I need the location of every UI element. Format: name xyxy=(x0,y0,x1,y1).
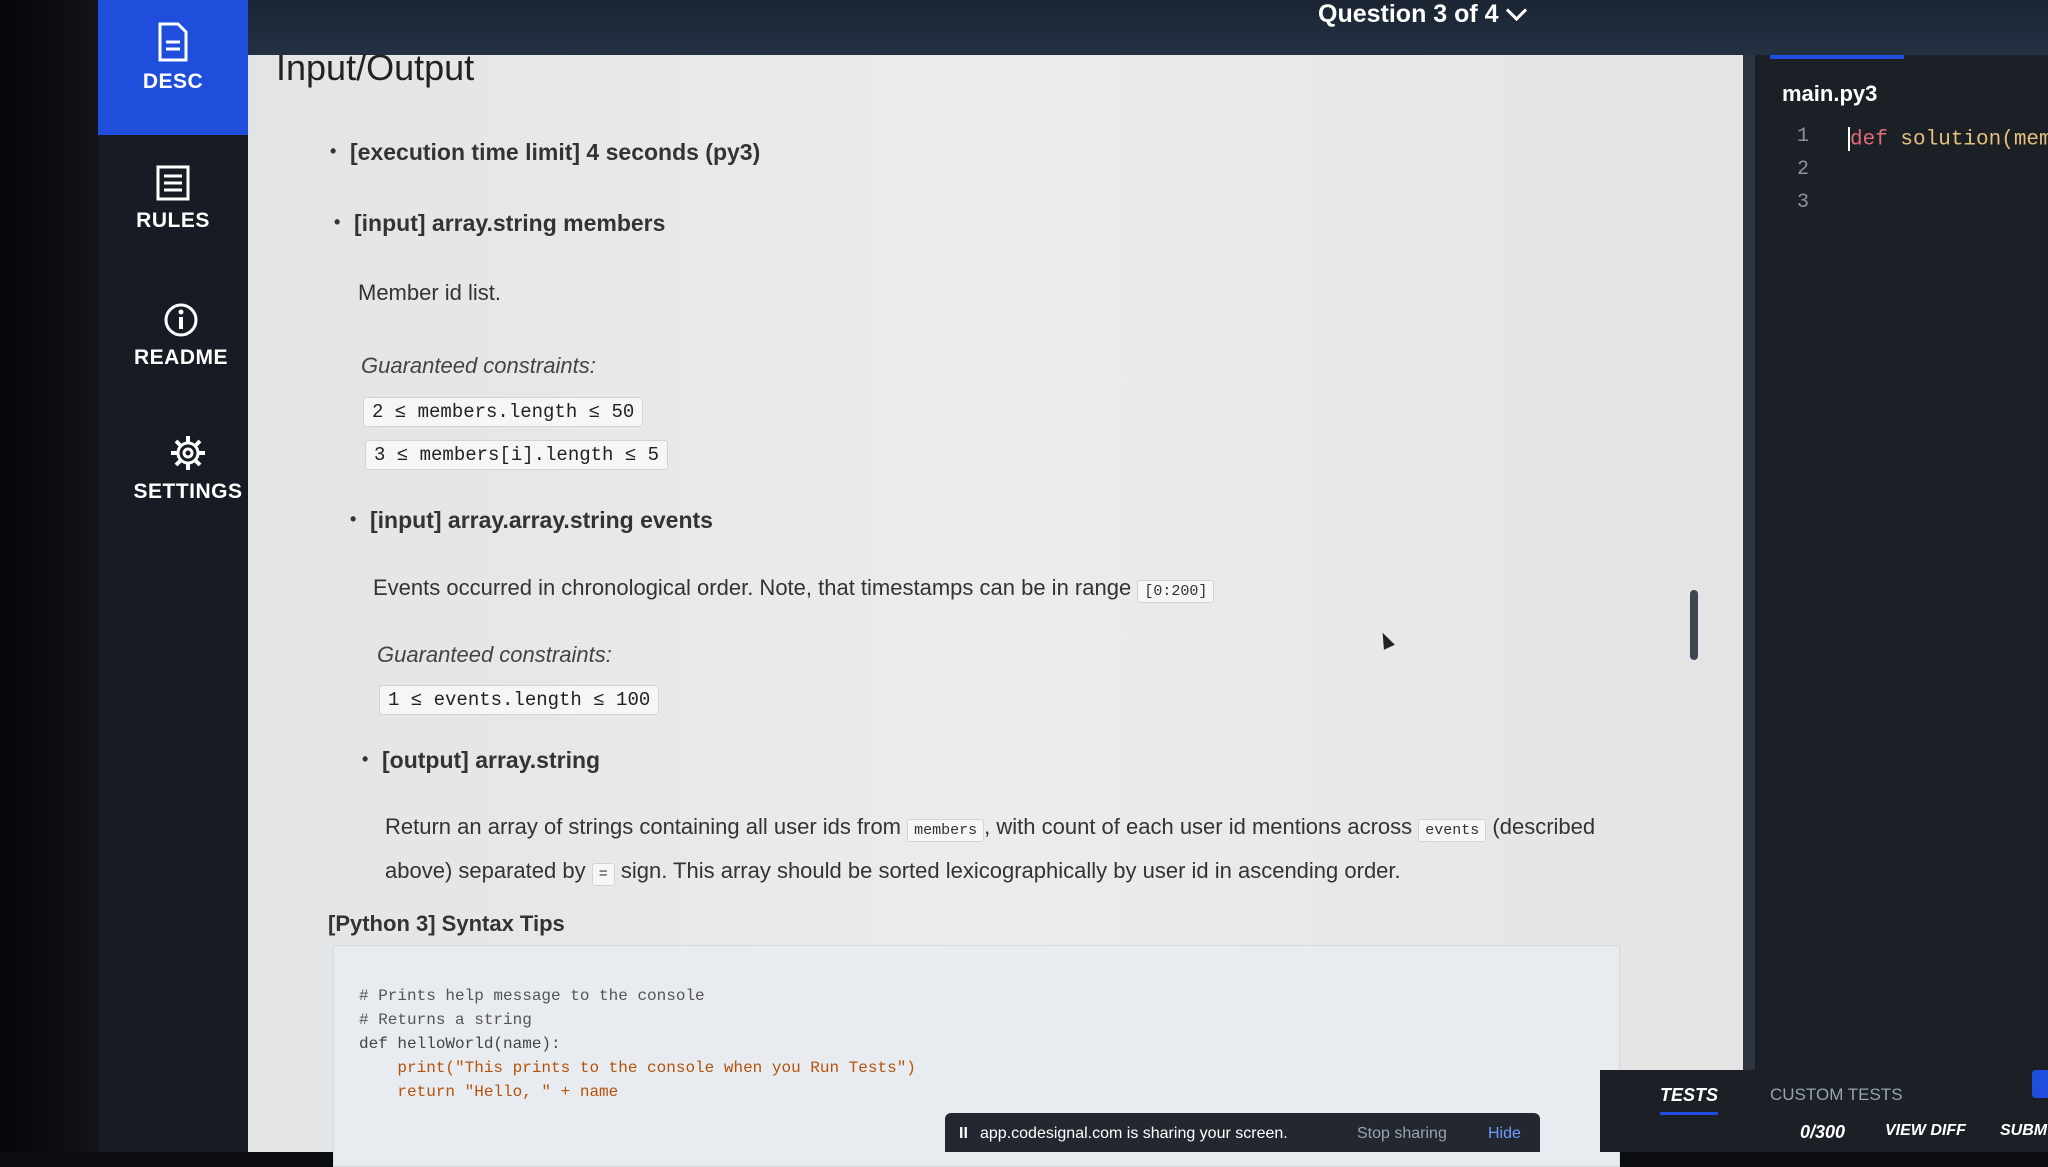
question-label: Question 3 of 4 xyxy=(1318,0,1499,28)
chevron-down-icon xyxy=(1505,0,1527,22)
output-text: Return an array of strings containing al… xyxy=(385,814,902,839)
screen-bezel xyxy=(0,0,98,1152)
tab-custom-tests[interactable]: CUSTOM TESTS xyxy=(1770,1085,1903,1105)
file-tab-main[interactable]: main.py3 xyxy=(1770,55,1904,119)
output-label: [output] array.string xyxy=(362,747,600,774)
events-code: events xyxy=(1418,819,1487,842)
code-line: # Prints help message to the console xyxy=(359,987,705,1005)
syntax-tips-heading: [Python 3] Syntax Tips xyxy=(328,911,565,936)
file-name: main.py3 xyxy=(1782,81,1878,106)
pause-icon: II xyxy=(959,1125,968,1142)
constraints-label: Guaranteed constraints: xyxy=(361,353,596,378)
code-line: # Returns a string xyxy=(359,1011,532,1029)
gear-icon xyxy=(171,436,205,470)
score-counter: 0/300 xyxy=(1800,1122,1846,1142)
sidebar-item-rules[interactable]: RULES xyxy=(98,165,248,233)
events-desc-text: Events occurred in chronological order. … xyxy=(373,575,1132,600)
hide-button[interactable]: Hide xyxy=(1488,1125,1521,1143)
sidebar-item-label: RULES xyxy=(136,209,210,232)
line-number: 2 xyxy=(1797,158,1810,181)
question-selector[interactable]: Question 3 of 4 xyxy=(1318,0,1527,29)
constraint-members-length: 2 ≤ members.length ≤ 50 xyxy=(363,397,644,427)
constraints-label: Guaranteed constraints: xyxy=(377,642,612,667)
output-text: above) separated by xyxy=(385,858,586,883)
info-icon xyxy=(164,303,198,337)
output-text: sign. This array should be sorted lexico… xyxy=(620,858,1401,883)
constraint-member-id-length: 3 ≤ members[i].length ≤ 5 xyxy=(365,440,669,470)
function-signature: solution(memb xyxy=(1887,128,2048,152)
line-number: 3 xyxy=(1797,191,1810,214)
sidebar-item-readme[interactable]: README xyxy=(106,302,256,370)
tab-tests[interactable]: TESTS xyxy=(1660,1085,1719,1115)
list-icon xyxy=(156,165,190,201)
panel-resize-handle[interactable] xyxy=(1743,55,1755,1152)
keyword-def: def xyxy=(1850,128,1888,152)
timestamp-range-code: [0:200] xyxy=(1137,580,1215,603)
view-diff-button[interactable]: VIEW DIFF xyxy=(1885,1122,1966,1140)
submit-button[interactable]: SUBM xyxy=(2000,1122,2047,1140)
description-panel: Input/Output [execution time limit] 4 se… xyxy=(248,47,1743,1167)
tests-bar: TESTS CUSTOM TESTS 0/300 VIEW DIFF SUBM xyxy=(1600,1070,2048,1152)
page-title: Input/Output xyxy=(276,47,475,88)
constraint-events-length: 1 ≤ events.length ≤ 100 xyxy=(379,685,660,715)
code-line: def helloWorld(name): xyxy=(359,1035,561,1053)
description-scrollbar[interactable] xyxy=(1690,590,1698,660)
document-icon xyxy=(158,22,188,62)
line-number: 1 xyxy=(1797,125,1810,148)
equals-code: = xyxy=(591,863,615,886)
code-editor[interactable]: main.py3 1 2 3 def solution(memb xyxy=(1755,55,2048,1152)
members-code: members xyxy=(907,819,985,842)
code-line: return "Hello, " + name xyxy=(359,1083,619,1101)
sidebar-item-label: DESC xyxy=(142,70,204,93)
sidebar: DESC RULES README SETTINGS xyxy=(98,0,248,1152)
output-text: , with count of each user id mentions ac… xyxy=(984,814,1413,839)
sidebar-item-label: README xyxy=(133,346,228,369)
input-members-desc: Member id list. xyxy=(358,280,502,305)
code-line[interactable]: def solution(memb xyxy=(1848,127,2048,152)
action-button[interactable] xyxy=(2032,1070,2048,1098)
screen-share-bar: II app.codesignal.com is sharing your sc… xyxy=(945,1113,1540,1152)
share-message: app.codesignal.com is sharing your scree… xyxy=(980,1125,1288,1142)
output-desc: Return an array of strings containing al… xyxy=(385,807,1655,895)
stop-sharing-button[interactable]: Stop sharing xyxy=(1357,1125,1447,1143)
time-limit-item: [execution time limit] 4 seconds (py3) xyxy=(330,139,760,166)
sidebar-item-settings[interactable]: SETTINGS xyxy=(113,434,263,504)
input-events-desc: Events occurred in chronological order. … xyxy=(373,575,1215,603)
input-members-label: [input] array.string members xyxy=(334,210,665,237)
sidebar-item-label: SETTINGS xyxy=(133,480,243,503)
sidebar-item-desc[interactable]: DESC xyxy=(98,0,248,135)
code-line: print("This prints to the console when y… xyxy=(359,1059,916,1077)
input-events-label: [input] array.array.string events xyxy=(350,507,713,534)
output-text: (described xyxy=(1492,814,1596,839)
